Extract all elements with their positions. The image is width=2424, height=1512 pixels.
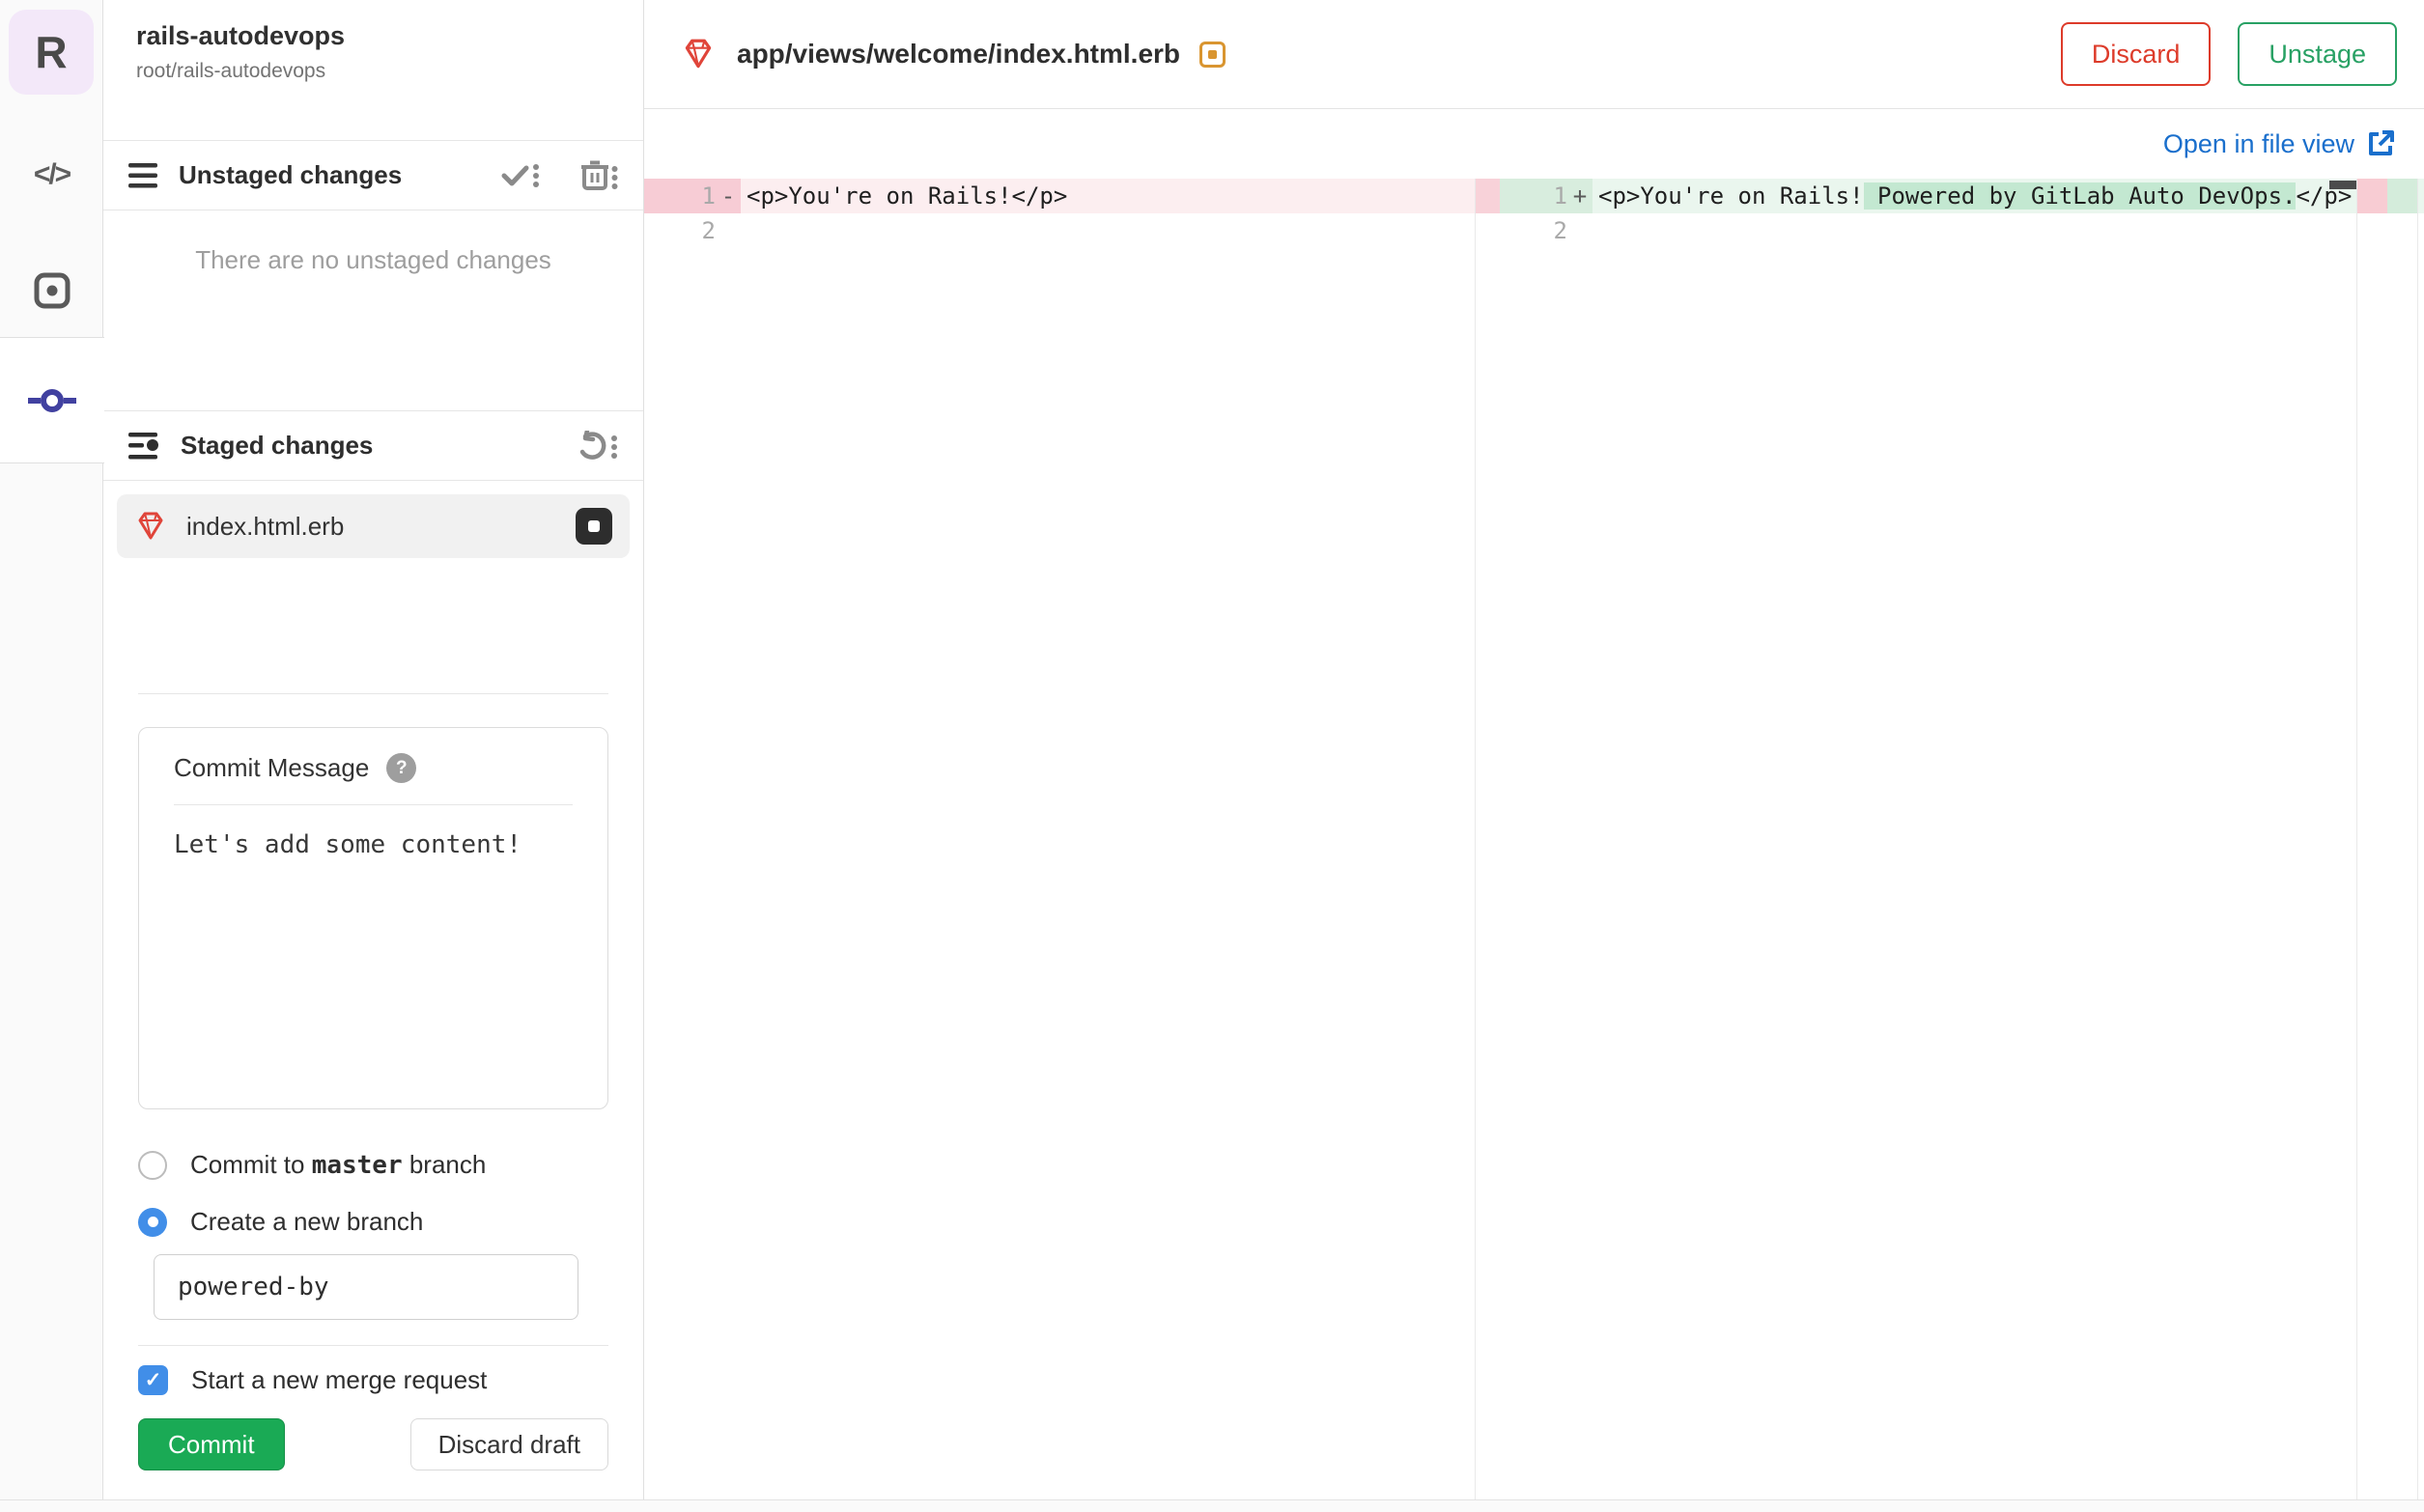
commit-icon [28, 388, 76, 412]
staged-file-name: index.html.erb [186, 511, 345, 541]
hamburger-icon[interactable] [128, 162, 157, 188]
merge-request-checkbox[interactable]: ✓ [138, 1365, 168, 1395]
commit-panel: rails-autodevops root/rails-autodevops U… [103, 0, 644, 1512]
commit-message-label: Commit Message [174, 753, 370, 782]
radio-create-new-branch[interactable]: Create a new branch [138, 1207, 643, 1237]
removed-code-line[interactable]: <p>You're on Rails!</p> [741, 179, 1500, 213]
overview-ruler-right[interactable] [2356, 179, 2418, 1512]
merge-request-label: Start a new merge request [191, 1365, 488, 1394]
staged-list-icon [128, 432, 159, 460]
external-link-icon [2369, 130, 2394, 155]
nav-review-mode[interactable] [0, 248, 103, 333]
modified-indicator-icon [1199, 41, 1226, 68]
unstage-file-button[interactable]: Unstage [2238, 22, 2397, 86]
nav-edit-mode[interactable]: </> [0, 132, 103, 217]
commit-message-box: Commit Message ? Let's add some content! [138, 727, 608, 1109]
diff-line-removed: 1- <p>You're on Rails!</p> [644, 179, 1500, 213]
radio-button[interactable] [138, 1150, 167, 1180]
discard-draft-button[interactable]: Discard draft [409, 1418, 608, 1470]
scrollbar-thumb[interactable] [2329, 181, 2356, 189]
start-merge-request-row[interactable]: ✓ Start a new merge request [138, 1365, 643, 1395]
ruby-file-icon [681, 38, 716, 70]
commit-button[interactable]: Commit [138, 1418, 285, 1470]
project-header: rails-autodevops root/rails-autodevops [103, 0, 643, 83]
unstaged-section: Unstaged changes There are no unstaged c… [103, 140, 643, 275]
radio-commit-to-master[interactable]: Commit to master branch [138, 1150, 643, 1180]
line-gutter: 1- [644, 179, 741, 213]
bottom-strip [0, 1499, 2424, 1512]
diff-pane-modified: 1 + <p>You're on Rails! Powered by GitLab… [1500, 179, 2424, 1512]
review-icon [33, 271, 71, 310]
staged-file-row[interactable]: index.html.erb [117, 494, 630, 558]
stage-all-icon[interactable] [500, 161, 541, 190]
nav-rail: R </> [0, 0, 104, 1512]
staged-title: Staged changes [181, 431, 374, 460]
diff-line-added: 1 + <p>You're on Rails! Powered by GitLab… [1500, 179, 2424, 213]
commit-form: Commit Message ? Let's add some content!… [103, 693, 643, 1470]
diff-editor: 1- <p>You're on Rails!</p> 2 1 + <p>You'… [644, 179, 2424, 1512]
unstaged-empty-text: There are no unstaged changes [195, 245, 551, 274]
file-header: app/views/welcome/index.html.erb Discard… [644, 0, 2424, 109]
line-gutter: 1 + [1500, 179, 1593, 213]
open-in-file-view-link[interactable]: Open in file view [2163, 129, 2395, 159]
editor-area: app/views/welcome/index.html.erb Discard… [644, 0, 2424, 1512]
project-name: rails-autodevops [136, 21, 346, 50]
overview-ruler-left[interactable] [1475, 179, 1500, 1512]
discard-all-icon[interactable] [579, 160, 618, 191]
unstaged-title: Unstaged changes [179, 160, 403, 189]
file-path-title: app/views/welcome/index.html.erb [737, 39, 1181, 69]
project-path: root/rails-autodevops [136, 60, 326, 82]
staged-section: Staged changes index.html.erb [103, 410, 643, 558]
open-file-view-row: Open in file view [644, 109, 2424, 179]
line-gutter: 2 [1553, 217, 1567, 244]
commit-message-input[interactable]: Let's add some content! [174, 830, 573, 859]
project-avatar: R [9, 10, 94, 95]
diff-pane-original: 1- <p>You're on Rails!</p> 2 [644, 179, 1500, 1512]
master-branch-name: master [311, 1151, 403, 1180]
nav-commit-mode[interactable] [0, 337, 104, 463]
code-icon: </> [33, 158, 71, 190]
radio-button-selected[interactable] [138, 1207, 167, 1237]
added-code-line[interactable]: <p>You're on Rails! Powered by GitLab Au… [1593, 179, 2424, 213]
new-branch-name-input[interactable] [154, 1254, 578, 1320]
ruby-file-icon [134, 511, 167, 542]
line-gutter: 2 [701, 217, 716, 244]
help-icon[interactable]: ? [386, 753, 417, 783]
modified-status-icon [576, 508, 612, 545]
diff-line-context: 2 [644, 213, 1500, 248]
inserted-text: Powered by GitLab Auto DevOps. [1863, 182, 2297, 210]
diff-line-context: 2 [1500, 213, 2424, 248]
web-ide: R </> rails-autodevops root/rails-autode… [0, 0, 2424, 1512]
unstage-all-icon[interactable] [578, 430, 618, 462]
discard-file-button[interactable]: Discard [2060, 22, 2212, 86]
